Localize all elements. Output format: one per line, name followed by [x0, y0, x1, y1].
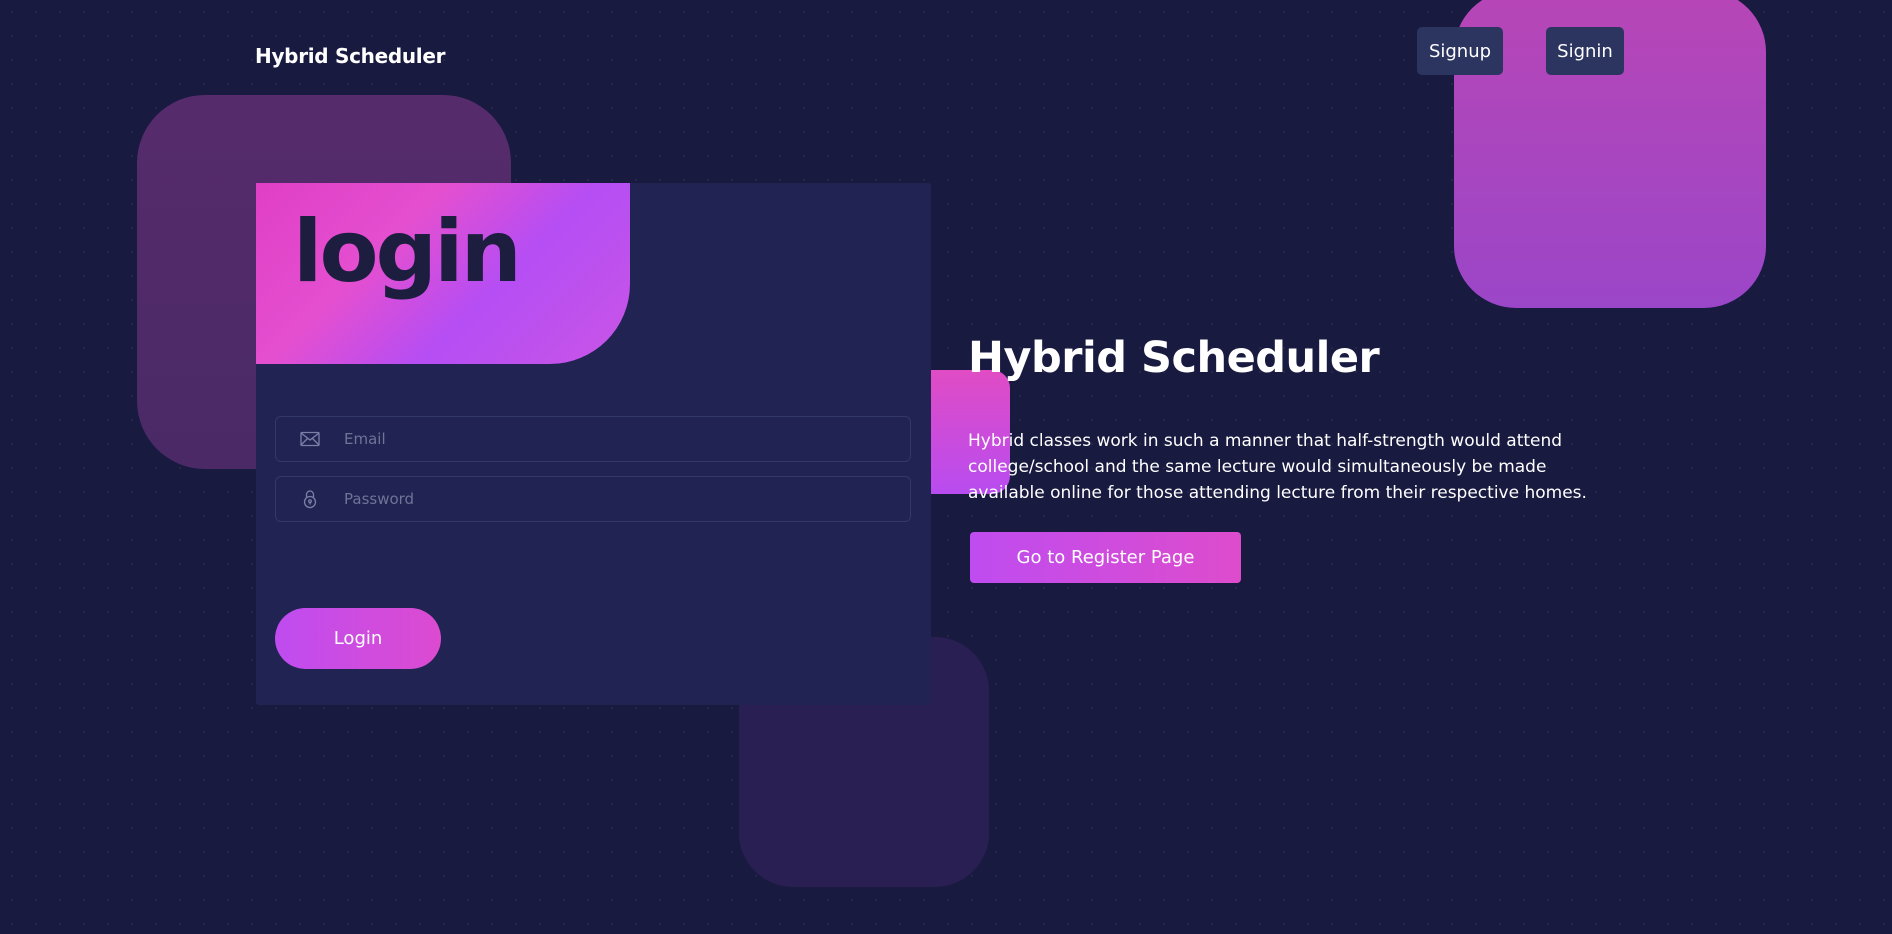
password-input[interactable] [342, 489, 910, 509]
signup-button[interactable]: Signup [1417, 27, 1503, 75]
email-input[interactable] [342, 429, 910, 449]
password-field[interactable] [275, 476, 911, 522]
go-to-register-button[interactable]: Go to Register Page [970, 532, 1241, 583]
login-title: login [293, 202, 522, 302]
email-field[interactable] [275, 416, 911, 462]
lock-icon [298, 487, 322, 511]
mail-icon [298, 427, 322, 451]
brand-logo[interactable]: Hybrid Scheduler [255, 44, 446, 68]
hero-title: Hybrid Scheduler [968, 333, 1380, 383]
login-card-header: login [256, 183, 630, 364]
login-card: login Login [256, 183, 931, 705]
signin-button[interactable]: Signin [1546, 27, 1624, 75]
hero-description: Hybrid classes work in such a manner tha… [968, 431, 1587, 503]
login-button[interactable]: Login [275, 608, 441, 669]
